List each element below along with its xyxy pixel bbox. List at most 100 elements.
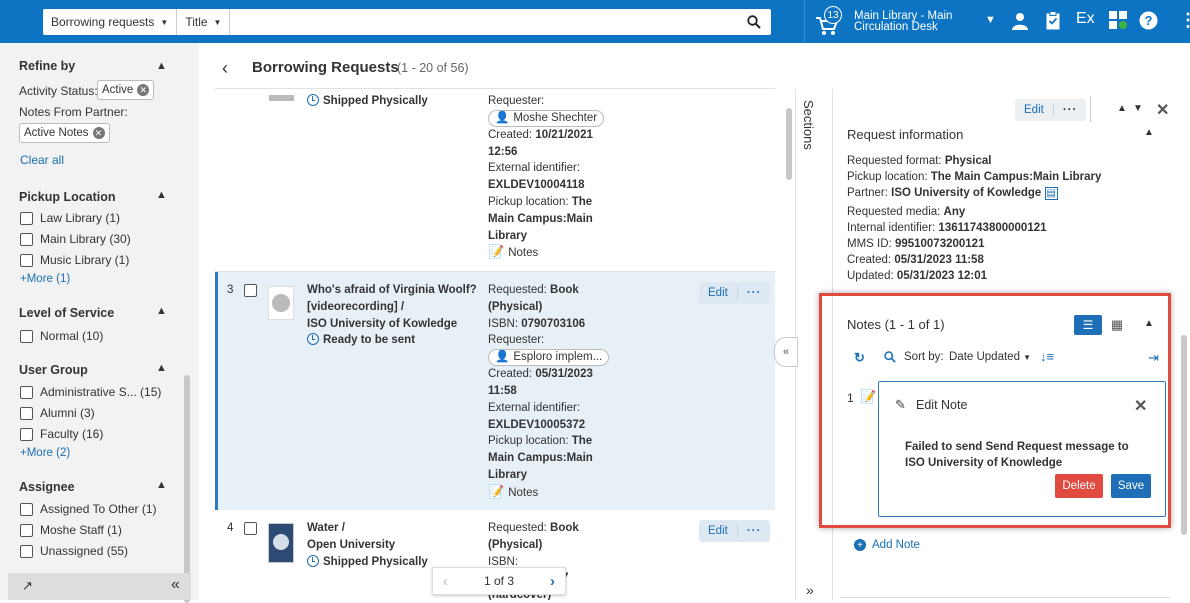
- apps-icon[interactable]: [1109, 11, 1128, 33]
- divider: [804, 0, 805, 43]
- divider: [215, 88, 775, 89]
- chevron-up-icon[interactable]: ▲: [156, 362, 167, 374]
- notes-partner-chip[interactable]: Active Notes ✕: [19, 123, 110, 143]
- divider: [1090, 96, 1091, 122]
- section-title: Request information: [847, 127, 964, 142]
- checkbox[interactable]: [20, 253, 33, 267]
- search-type-dropdown[interactable]: Borrowing requests ▼: [43, 9, 178, 35]
- search-input[interactable]: [230, 10, 737, 34]
- scrollbar[interactable]: [1181, 335, 1187, 535]
- clipboard-icon[interactable]: [1046, 11, 1060, 33]
- remove-icon[interactable]: ✕: [137, 84, 150, 96]
- checkbox[interactable]: [20, 406, 33, 420]
- requester-chip[interactable]: 👤 Esploro implem...: [488, 349, 610, 367]
- checkbox[interactable]: [20, 329, 33, 343]
- facet-item[interactable]: Faculty (16): [20, 427, 103, 441]
- more-actions-button[interactable]: ···: [738, 525, 771, 537]
- row-title: Who's afraid of Virginia Woolf? [videore…: [307, 284, 477, 347]
- expand-sections-icon[interactable]: »: [806, 582, 814, 598]
- partner-card-icon[interactable]: ▤: [1044, 187, 1058, 200]
- more-actions-button[interactable]: ···: [1054, 104, 1087, 116]
- facet-item[interactable]: Administrative S... (15): [20, 385, 161, 399]
- facet-item[interactable]: Unassigned (55): [20, 544, 128, 558]
- prev-page-icon[interactable]: ‹: [443, 573, 448, 590]
- chevron-up-icon[interactable]: ▲: [156, 305, 167, 317]
- detail-line: Updated: 05/31/2023 12:01: [847, 270, 988, 282]
- chevron-up-icon[interactable]: ▲: [156, 479, 167, 491]
- chevron-up-icon[interactable]: ▲: [156, 60, 167, 72]
- facet-item[interactable]: Assigned To Other (1): [20, 502, 157, 516]
- note-icon: 📝: [488, 244, 505, 260]
- requester-chip[interactable]: 👤 Moshe Shechter: [488, 109, 605, 127]
- facet-item[interactable]: Music Library (1): [20, 253, 129, 267]
- facet-item[interactable]: Moshe Staff (1): [20, 523, 122, 537]
- detail-line: Requested media: Any: [847, 206, 966, 218]
- prev-record-icon[interactable]: ▲: [1117, 103, 1127, 114]
- facet-item[interactable]: Normal (10): [20, 329, 103, 343]
- book-cover-icon: [273, 534, 289, 550]
- facet-title-usergroup: User Group: [19, 363, 88, 377]
- plus-icon: +: [20, 447, 27, 459]
- scrollbar[interactable]: [184, 375, 190, 603]
- row-checkbox[interactable]: [244, 284, 257, 297]
- location-selector[interactable]: Main Library - Main Circulation Desk: [854, 10, 974, 33]
- checkbox[interactable]: [20, 544, 33, 558]
- expand-icon[interactable]: ↗: [22, 578, 33, 594]
- checkbox[interactable]: [20, 232, 33, 246]
- more-link[interactable]: +More (2): [20, 447, 70, 459]
- notes-link[interactable]: 📝 Notes: [488, 244, 618, 262]
- detail-line: Created: 05/31/2023 11:58: [847, 254, 984, 266]
- more-actions-button[interactable]: ···: [738, 287, 771, 299]
- highlight-box: [819, 293, 1171, 528]
- more-link[interactable]: +More (1): [20, 273, 70, 285]
- activity-status-label: Activity Status:: [19, 84, 98, 98]
- clear-all-link[interactable]: Clear all: [20, 153, 64, 167]
- caret-down-icon[interactable]: ▼: [985, 14, 996, 26]
- ex-logo-icon[interactable]: Ex: [1076, 10, 1095, 28]
- collapse-panel-icon[interactable]: «: [171, 576, 180, 594]
- checkbox[interactable]: [20, 523, 33, 537]
- scrollbar[interactable]: [786, 108, 792, 180]
- left-panel-footer: ↗ «: [8, 573, 191, 600]
- checkbox[interactable]: [20, 385, 33, 399]
- row-details: Requester: 👤 Moshe Shechter Created: 10/2…: [488, 93, 618, 262]
- row-number: 3: [227, 284, 234, 296]
- checkbox[interactable]: [20, 427, 33, 441]
- row-checkbox[interactable]: [244, 522, 257, 535]
- pagination: ‹ 1 of 3 ›: [432, 567, 566, 595]
- add-note-button[interactable]: + Add Note: [854, 539, 920, 551]
- next-page-icon[interactable]: ›: [550, 573, 555, 590]
- search-icon[interactable]: [737, 15, 771, 29]
- close-icon[interactable]: ✕: [1156, 100, 1169, 120]
- help-icon[interactable]: ?: [1139, 11, 1158, 33]
- checkbox[interactable]: [20, 502, 33, 516]
- thumbnail: [269, 95, 294, 101]
- notes-link[interactable]: 📝 Notes: [488, 484, 618, 502]
- detail-line: Internal identifier: 13611743800000121: [847, 222, 1047, 234]
- facet-item[interactable]: Main Library (30): [20, 232, 131, 246]
- facet-item[interactable]: Alumni (3): [20, 406, 95, 420]
- collapse-list-icon[interactable]: «: [774, 337, 798, 367]
- thumbnail: [268, 523, 294, 563]
- refine-title: Refine by: [19, 59, 76, 73]
- user-icon[interactable]: [1011, 12, 1029, 33]
- more-vertical-icon[interactable]: ⋮: [1179, 10, 1190, 31]
- edit-button[interactable]: Edit: [1015, 104, 1054, 116]
- facet-item[interactable]: Law Library (1): [20, 211, 120, 225]
- chevron-up-icon[interactable]: ▲: [1144, 127, 1154, 138]
- status-text: Shipped Physically: [307, 93, 428, 110]
- caret-down-icon: ▼: [213, 17, 222, 27]
- checkbox[interactable]: [20, 211, 33, 225]
- video-disc-icon: [272, 294, 290, 312]
- search-field-dropdown[interactable]: Title ▼: [177, 9, 231, 35]
- activity-status-chip[interactable]: Active ✕: [97, 80, 155, 100]
- sections-toggle[interactable]: Sections: [801, 100, 816, 150]
- edit-button[interactable]: Edit: [699, 525, 738, 537]
- remove-icon[interactable]: ✕: [92, 127, 105, 139]
- back-arrow-icon[interactable]: ‹: [222, 58, 228, 79]
- chevron-up-icon[interactable]: ▲: [156, 189, 167, 201]
- detail-line: Partner: ISO University of Kowledge ▤: [847, 187, 1058, 200]
- edit-button[interactable]: Edit: [699, 287, 738, 299]
- next-record-icon[interactable]: ▼: [1133, 103, 1143, 114]
- page-title: Borrowing Requests: [252, 59, 399, 76]
